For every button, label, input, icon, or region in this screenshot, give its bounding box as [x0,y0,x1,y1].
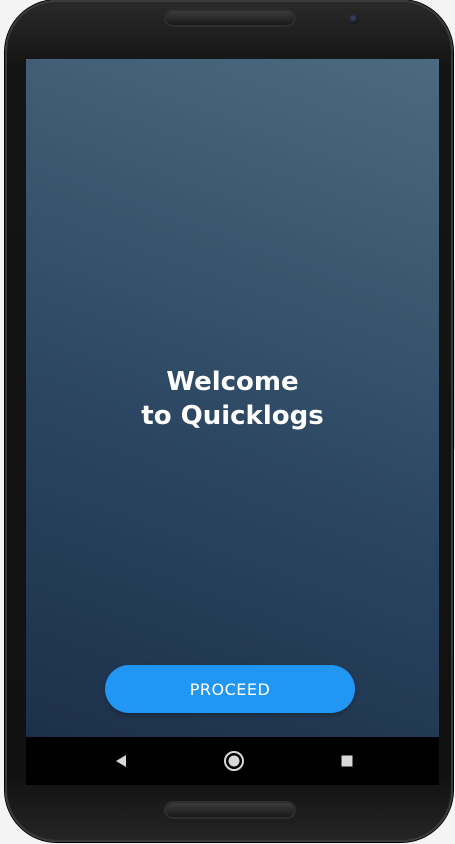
nav-recents-button[interactable] [335,749,359,773]
back-triangle-icon [116,755,126,767]
welcome-line-1: Welcome [166,367,299,397]
welcome-title: Welcome to Quicklogs [26,365,439,433]
nav-back-button[interactable] [109,749,133,773]
app-screen: Welcome to Quicklogs PROCEED [26,59,439,737]
welcome-line-2: to Quicklogs [141,401,324,431]
proceed-button[interactable]: PROCEED [105,665,355,713]
home-circle-icon [224,751,244,771]
nav-home-button[interactable] [222,749,246,773]
bottom-speaker [166,803,294,817]
recents-square-icon [341,755,353,767]
camera-icon [349,14,359,24]
phone-frame: Welcome to Quicklogs PROCEED [5,0,453,842]
emulator-stage: Welcome to Quicklogs PROCEED [0,0,455,844]
top-speaker [166,11,294,25]
android-nav-bar [26,737,439,785]
